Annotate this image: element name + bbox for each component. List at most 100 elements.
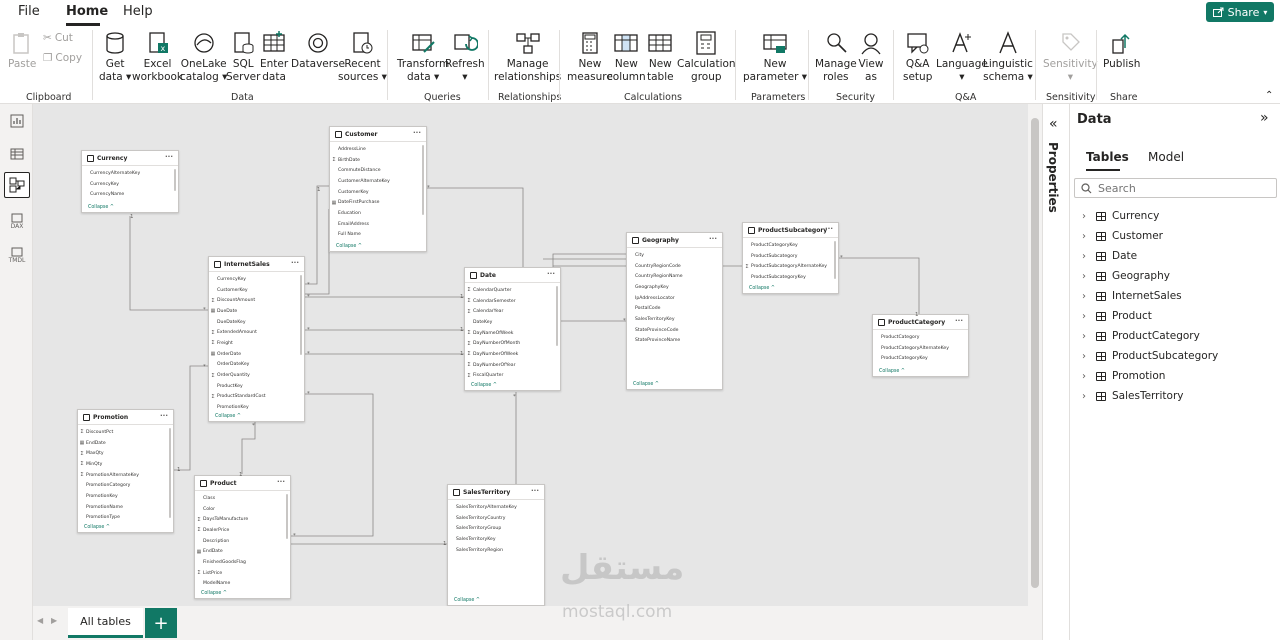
field-row[interactable]: Σ DayNumberOfMonth <box>465 338 560 349</box>
new-table-button[interactable]: New table <box>647 30 674 84</box>
field-row[interactable]: CommuteDistance <box>330 165 426 176</box>
tree-item[interactable]: › SalesTerritory <box>1082 387 1183 405</box>
field-row[interactable]: CountryRegionCode <box>627 261 722 272</box>
table-card-internetsales[interactable]: InternetSales ··· CurrencyKey CustomerKey Σ… <box>208 256 305 422</box>
share-button[interactable]: Share ▾ <box>1206 2 1274 22</box>
field-row[interactable]: City <box>627 250 722 261</box>
chevron-right-icon[interactable]: › <box>1082 371 1090 382</box>
card-scrollbar[interactable] <box>834 241 836 279</box>
more-options-icon[interactable]: ··· <box>165 153 173 161</box>
manage-roles-button[interactable]: Manage roles <box>815 30 857 84</box>
field-row[interactable]: CustomerKey <box>330 187 426 198</box>
field-row[interactable]: EmailAddress <box>330 219 426 230</box>
menu-home[interactable]: Home <box>66 4 108 19</box>
field-row[interactable]: SalesTerritoryGroup <box>448 523 544 534</box>
chevron-right-icon[interactable]: › <box>1082 291 1090 302</box>
chevron-right-icon[interactable]: › <box>1082 311 1090 322</box>
model-canvas[interactable]: Currency ··· CurrencyAlternateKey Currency… <box>33 104 1028 606</box>
transform-data-button[interactable]: Transform data ▾ <box>397 30 449 84</box>
field-row[interactable]: ProductCategoryAlternateKey <box>873 343 968 354</box>
field-row[interactable]: ▦ EndDate <box>195 546 290 557</box>
scroll-left-icon[interactable]: ◀ <box>37 616 43 625</box>
table-card-product[interactable]: Product ··· Class Color Σ DaysToManufacture Σ… <box>194 475 291 599</box>
field-row[interactable]: StateProvinceCode <box>627 325 722 336</box>
copy-button[interactable]: ❐ Copy <box>43 52 82 64</box>
field-row[interactable]: PostalCode <box>627 303 722 314</box>
table-card-geography[interactable]: Geography ··· City CountryRegionCode Countr… <box>626 232 723 390</box>
table-card-promotion[interactable]: Promotion ··· Σ DiscountPct ▦ EndDate Σ MaxQty… <box>77 409 174 533</box>
tree-item[interactable]: › Promotion <box>1082 367 1165 385</box>
tree-item[interactable]: › Geography <box>1082 267 1170 285</box>
field-row[interactable]: Σ DayNameOfWeek <box>465 328 560 339</box>
tab-tables[interactable]: Tables <box>1086 150 1129 164</box>
field-row[interactable]: PromotionKey <box>78 491 173 502</box>
collapse-link[interactable]: Collapse ^ <box>84 525 110 530</box>
card-scrollbar[interactable] <box>174 169 176 191</box>
field-row[interactable]: GeographyKey <box>627 282 722 293</box>
manage-relationships-button[interactable]: Manage relationships <box>494 30 561 84</box>
field-row[interactable]: Σ FiscalQuarter <box>465 371 560 382</box>
collapse-link[interactable]: Collapse ^ <box>336 244 362 249</box>
field-row[interactable]: Σ ListPrice <box>195 568 290 579</box>
card-scrollbar[interactable] <box>286 494 288 539</box>
collapse-ribbon-icon[interactable]: ⌃ <box>1265 90 1273 101</box>
field-row[interactable]: ProductSubcategoryKey <box>743 272 838 283</box>
tree-item[interactable]: › Currency <box>1082 207 1159 225</box>
model-view-button[interactable] <box>4 172 30 198</box>
tab-all-tables[interactable]: All tables <box>68 608 143 638</box>
card-scrollbar[interactable] <box>300 275 302 355</box>
field-row[interactable]: Σ DaysToManufacture <box>195 514 290 525</box>
more-options-icon[interactable]: ··· <box>277 478 285 486</box>
recent-sources-button[interactable]: Recent sources ▾ <box>338 30 387 84</box>
field-row[interactable]: DueDateKey <box>209 317 304 328</box>
properties-label[interactable]: Properties <box>1046 142 1060 213</box>
collapse-link[interactable]: Collapse ^ <box>633 382 659 387</box>
field-row[interactable]: Class <box>195 493 290 504</box>
field-row[interactable]: ProductCategoryKey <box>743 240 838 251</box>
table-card-productsubcategory[interactable]: ProductSubcategory ··· ProductCategoryKey… <box>742 222 839 294</box>
field-row[interactable]: ProductCategory <box>873 332 968 343</box>
field-row[interactable]: Σ ExtendedAmount <box>209 327 304 338</box>
field-row[interactable]: IpAddressLocator <box>627 293 722 304</box>
table-card-date[interactable]: Date ··· Σ CalendarQuarter Σ CalendarSemeste… <box>464 267 561 391</box>
field-row[interactable]: ProductKey <box>209 381 304 392</box>
field-row[interactable]: Education <box>330 208 426 219</box>
field-row[interactable]: SalesTerritoryRegion <box>448 545 544 556</box>
field-row[interactable]: SalesTerritoryKey <box>448 534 544 545</box>
field-row[interactable]: DateKey <box>465 317 560 328</box>
tree-item[interactable]: › Date <box>1082 247 1137 265</box>
field-row[interactable]: FinishedGoodsFlag <box>195 557 290 568</box>
excel-workbook-button[interactable]: x Excel workbook <box>132 30 183 84</box>
field-row[interactable]: Σ DealerPrice <box>195 525 290 536</box>
field-row[interactable]: AddressLine <box>330 144 426 155</box>
card-scrollbar[interactable] <box>422 145 424 215</box>
field-row[interactable]: PromotionType <box>78 513 173 524</box>
table-card-currency[interactable]: Currency ··· CurrencyAlternateKey Currency… <box>81 150 179 213</box>
field-row[interactable]: PromotionCategory <box>78 480 173 491</box>
field-row[interactable]: ModelName <box>195 579 290 590</box>
card-scrollbar[interactable] <box>169 428 171 518</box>
field-row[interactable]: CurrencyKey <box>209 274 304 285</box>
cut-button[interactable]: ✂ Cut <box>43 32 73 44</box>
dataverse-button[interactable]: Dataverse <box>291 30 345 71</box>
field-row[interactable]: Σ DayNumberOfWeek <box>465 349 560 360</box>
field-row[interactable]: Σ CalendarQuarter <box>465 285 560 296</box>
field-row[interactable]: ProductSubcategory <box>743 251 838 262</box>
field-row[interactable]: OrderDateKey <box>209 360 304 371</box>
dax-query-view-button[interactable]: DAX <box>4 208 30 234</box>
field-row[interactable]: Σ CalendarSemester <box>465 296 560 307</box>
search-input[interactable] <box>1098 181 1258 195</box>
field-row[interactable]: Σ OrderQuantity <box>209 370 304 381</box>
table-view-button[interactable] <box>4 141 30 167</box>
field-row[interactable]: ▦ OrderDate <box>209 349 304 360</box>
field-row[interactable]: Σ MaxQty <box>78 448 173 459</box>
tree-item[interactable]: › Product <box>1082 307 1152 325</box>
field-row[interactable]: Σ BirthDate <box>330 155 426 166</box>
tree-item[interactable]: › ProductCategory <box>1082 327 1200 345</box>
sensitivity-button[interactable]: Sensitivity ▾ <box>1043 30 1098 84</box>
table-card-productcategory[interactable]: ProductCategory ··· ProductCategory Produc… <box>872 314 969 377</box>
language-button[interactable]: Language ▾ <box>936 30 988 84</box>
collapse-link[interactable]: Collapse ^ <box>215 414 241 419</box>
field-row[interactable]: Σ PromotionAlternateKey <box>78 470 173 481</box>
tree-item[interactable]: › ProductSubcategory <box>1082 347 1218 365</box>
